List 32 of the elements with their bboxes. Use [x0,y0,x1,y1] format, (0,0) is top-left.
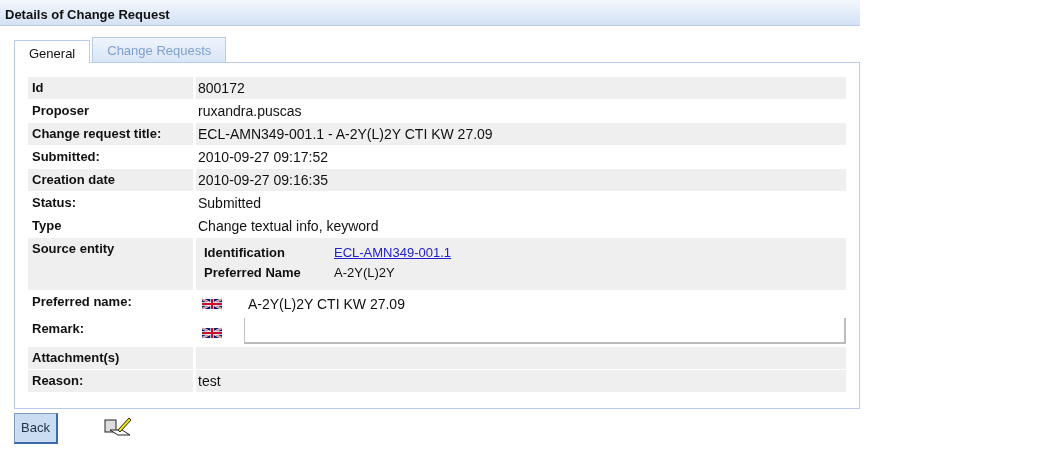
edit-icon[interactable] [103,415,132,438]
tab[interactable]: General [14,40,91,63]
remark-field[interactable] [244,318,846,344]
flag-icon [202,298,222,310]
field-value: Submitted [197,194,263,213]
field-label: Type [31,217,63,235]
field-value: Change textual info, keyword [197,217,380,236]
field-value: 2010-09-27 09:17:52 [197,148,329,167]
entity-label: Preferred Name [204,265,302,281]
field-label: Preferred name: [31,293,133,311]
entity-value: A-2Y(L)2Y [334,265,395,280]
flag-icon [202,327,222,340]
field-value: A-2Y(L)2Y CTI KW 27.09 [248,296,405,312]
field-value: 2010-09-27 09:16:35 [196,169,846,191]
field-label: Id [28,77,193,99]
field-label: Creation date [28,169,193,191]
field-label: Submitted: [31,148,101,166]
field-label: Remark: [31,320,86,338]
entity-link[interactable]: ECL-AMN349-001.1 [334,245,452,260]
field-value: 800172 [196,77,846,99]
field-label: Proposer [31,102,91,120]
back-button[interactable]: Back [14,413,58,444]
field-label: Reason: [28,370,193,392]
field-value: ECL-AMN349-001.1 - A-2Y(L)2Y CTI KW 27.09 [196,123,846,145]
entity-label: Identification [204,245,286,261]
field-value: test [196,370,846,392]
field-label: Source entity [28,238,193,290]
window-title: Details of Change Request [0,0,860,26]
field-label: Status: [31,194,78,212]
field-value: ruxandra.puscas [197,102,303,121]
field-label: Change request title: [28,123,193,145]
field-label: Attachment(s) [28,347,193,369]
